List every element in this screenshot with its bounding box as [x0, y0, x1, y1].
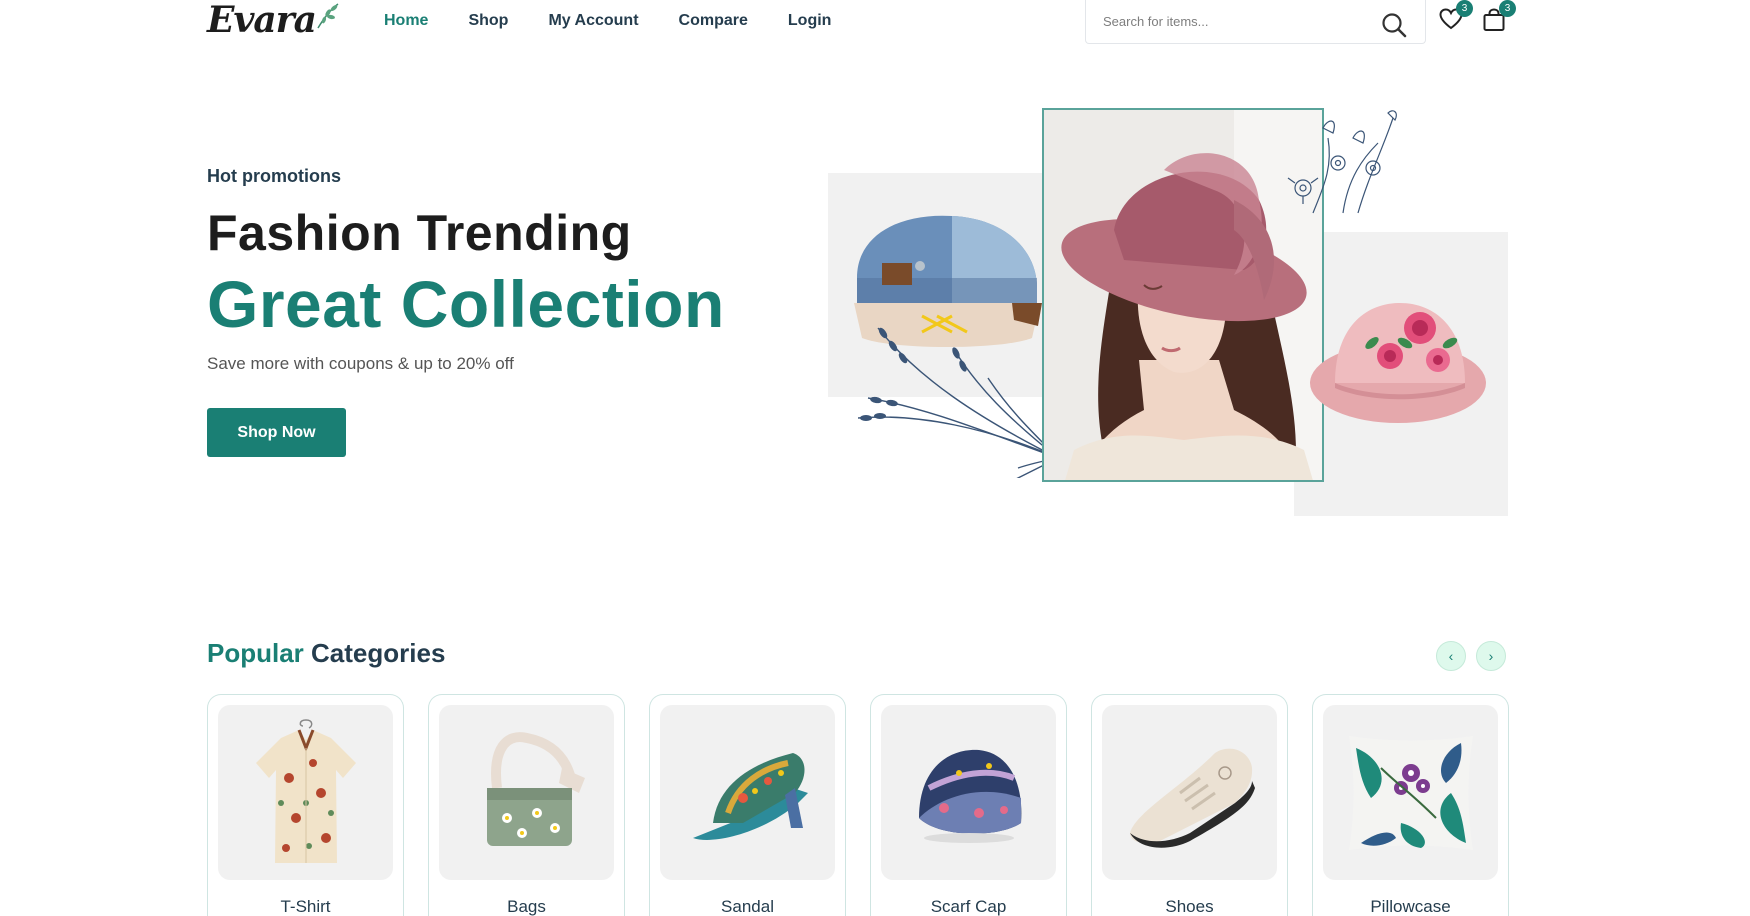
- hero-subtitle: Hot promotions: [207, 166, 341, 186]
- shop-now-button[interactable]: Shop Now: [207, 408, 346, 457]
- bag-image: [486, 731, 585, 846]
- shoe-image: [1129, 748, 1255, 848]
- category-image: [1323, 705, 1498, 880]
- pillow-image: [1348, 735, 1473, 850]
- category-label: Scarf Cap: [930, 897, 1007, 916]
- category-label: Sandal: [721, 897, 774, 916]
- hero-image: [828, 108, 1508, 518]
- category-label: Bags: [507, 897, 546, 916]
- nav-my-account[interactable]: My Account: [548, 12, 638, 30]
- categories-list: T-Shirt Bags Sandal Scarf Cap Shoes Pill…: [207, 694, 1509, 916]
- wishlist-button[interactable]: 3: [1439, 0, 1473, 35]
- logo[interactable]: Evara: [207, 0, 342, 40]
- floral-sketch: [1287, 110, 1397, 214]
- category-label: Pillowcase: [1370, 897, 1451, 916]
- cart-button[interactable]: 3: [1482, 0, 1516, 37]
- category-card-bags[interactable]: Bags: [428, 694, 625, 916]
- search-box: [1085, 0, 1426, 44]
- cart-count-badge: 3: [1499, 0, 1516, 17]
- pink-hat-image: [1310, 303, 1486, 423]
- main-nav: Home Shop My Account Compare Login: [384, 12, 831, 30]
- model-photo: [1042, 108, 1324, 482]
- category-image: [881, 705, 1056, 880]
- category-image: [439, 705, 614, 880]
- carousel-prev-button[interactable]: ‹: [1436, 641, 1466, 671]
- sandal-image: [692, 752, 808, 840]
- search-input[interactable]: [1103, 14, 1363, 29]
- category-label: T-Shirt: [280, 897, 331, 916]
- wishlist-count-badge: 3: [1456, 0, 1473, 17]
- carousel-next-button[interactable]: ›: [1476, 641, 1506, 671]
- category-image: [218, 705, 393, 880]
- categories-title-accent: Popular: [207, 638, 304, 668]
- scarf-cap-image: [918, 749, 1021, 843]
- category-card-tshirt[interactable]: T-Shirt: [207, 694, 404, 916]
- logo-text: Evara: [207, 0, 317, 41]
- shirt-image: [255, 718, 356, 863]
- category-image: [1102, 705, 1277, 880]
- site-header: Evara Home Shop My Account Compare Login…: [0, 0, 1750, 48]
- category-label: Shoes: [1165, 897, 1214, 916]
- category-card-shoes[interactable]: Shoes: [1091, 694, 1288, 916]
- category-card-scarf-cap[interactable]: Scarf Cap: [870, 694, 1067, 916]
- category-card-sandal[interactable]: Sandal: [649, 694, 846, 916]
- categories-title: Popular Categories: [207, 638, 445, 669]
- hero-title-line2: Great Collection: [207, 267, 725, 341]
- hero-title-line1: Fashion Trending: [207, 205, 632, 261]
- nav-compare[interactable]: Compare: [679, 12, 748, 30]
- hero-description: Save more with coupons & up to 20% off: [207, 354, 514, 373]
- category-image: [660, 705, 835, 880]
- search-icon[interactable]: [1381, 12, 1407, 38]
- category-card-pillowcase[interactable]: Pillowcase: [1312, 694, 1509, 916]
- nav-home[interactable]: Home: [384, 12, 428, 30]
- nav-shop[interactable]: Shop: [468, 12, 508, 30]
- chevron-right-icon: ›: [1488, 648, 1494, 664]
- chevron-left-icon: ‹: [1448, 648, 1454, 664]
- categories-title-rest: Categories: [311, 638, 446, 668]
- nav-login[interactable]: Login: [788, 12, 832, 30]
- leaf-icon: [317, 3, 339, 29]
